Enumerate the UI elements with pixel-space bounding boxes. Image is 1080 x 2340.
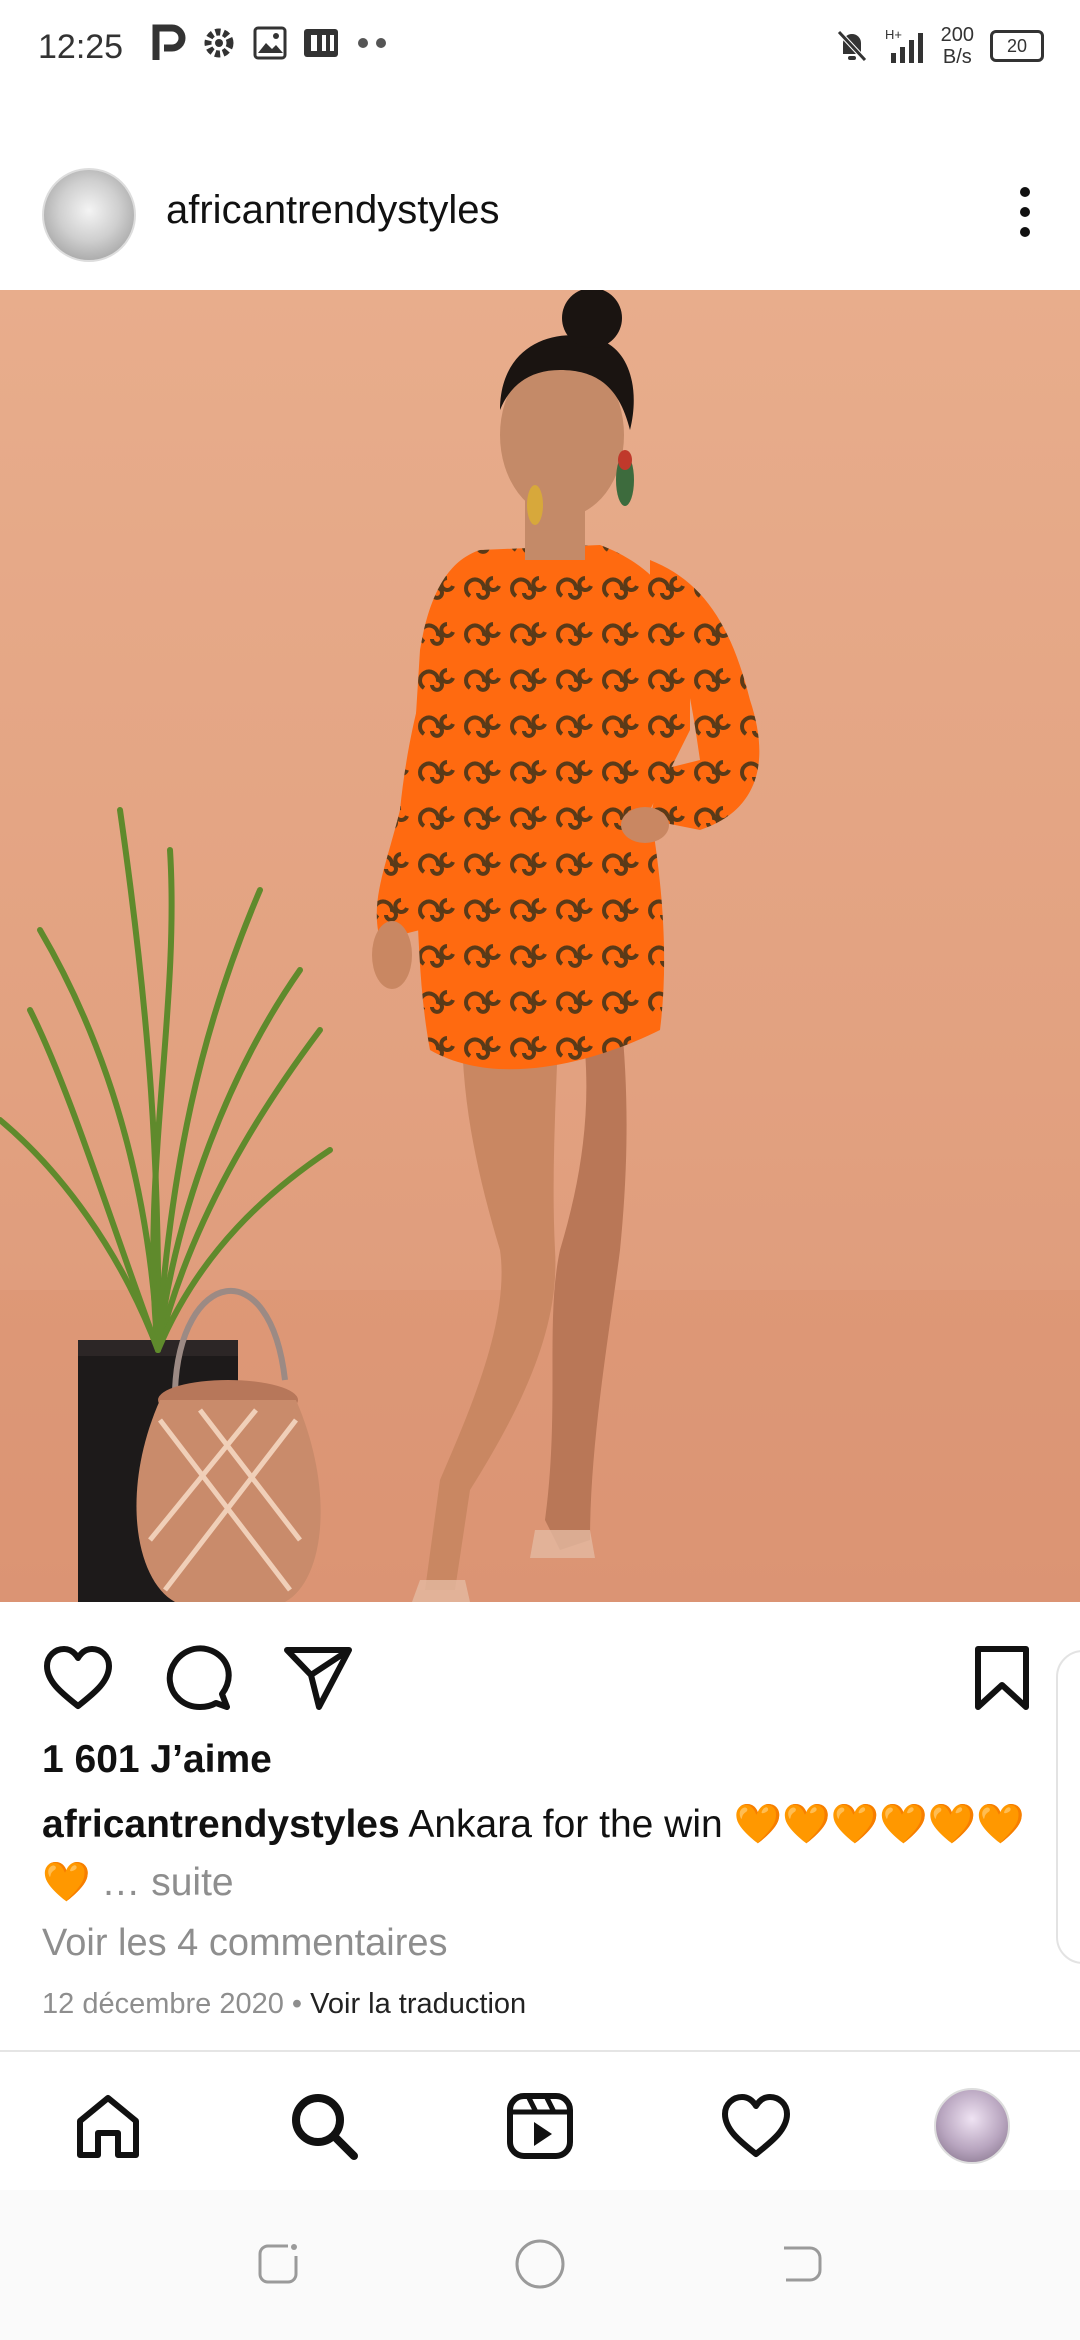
meta-separator: • <box>291 1988 303 2020</box>
profile-avatar <box>934 2088 1010 2164</box>
translate-link[interactable]: Voir la traduction <box>310 1988 526 2020</box>
bottom-nav <box>0 2050 1080 2192</box>
status-bar: 12:25 H+ 200 B/s 20 <box>0 0 1080 100</box>
nav-home[interactable] <box>70 2088 146 2164</box>
status-icons-left <box>152 24 392 62</box>
signal-icon: H+ <box>885 27 923 63</box>
bookmark-icon <box>975 1646 1029 1710</box>
post-actions <box>0 1602 1080 1732</box>
svg-text:H+: H+ <box>885 27 902 42</box>
system-nav-bar <box>0 2190 1080 2340</box>
speed-value: 200 <box>940 24 974 46</box>
likes-count[interactable]: 1 601 J’aime <box>42 1738 272 1782</box>
reels-icon <box>507 2093 573 2159</box>
like-button[interactable] <box>38 1638 118 1718</box>
nav-reels[interactable] <box>502 2088 578 2164</box>
view-comments-link[interactable]: Voir les 4 commentaires <box>42 1922 448 1965</box>
post-meta: 12 décembre 2020 • Voir la traduction <box>42 1988 526 2021</box>
caption-more-link[interactable]: … suite <box>101 1861 233 1904</box>
battery-indicator: 20 <box>990 30 1044 62</box>
nav-profile[interactable] <box>934 2088 1010 2164</box>
heart-outline-icon <box>44 1646 112 1709</box>
nav-search[interactable] <box>286 2088 362 2164</box>
heart-icon <box>722 2094 790 2157</box>
poster-avatar[interactable] <box>42 168 136 262</box>
comment-button[interactable] <box>158 1638 238 1718</box>
back-button[interactable] <box>774 2236 830 2292</box>
nav-activity[interactable] <box>718 2088 794 2164</box>
more-options-button[interactable] <box>1000 182 1050 242</box>
post-header: africantrendystyles <box>0 150 1080 290</box>
recent-apps-icon <box>258 2244 298 2284</box>
speed-unit: B/s <box>942 46 972 68</box>
poster-username[interactable]: africantrendystyles <box>166 188 499 233</box>
post-caption: africantrendystyles Ankara for the win 🧡… <box>42 1796 1042 1912</box>
network-speed: 200 B/s <box>941 24 974 68</box>
paper-plane-icon <box>284 1647 352 1710</box>
gear-icon <box>204 28 234 58</box>
recent-apps-button[interactable] <box>250 2236 306 2292</box>
post-photo[interactable] <box>0 290 1080 1602</box>
save-button[interactable] <box>962 1638 1042 1718</box>
pdf-icon <box>304 29 338 57</box>
post-date: 12 décembre 2020 <box>42 1988 284 2020</box>
share-button[interactable] <box>278 1638 358 1718</box>
status-time: 12:25 <box>38 28 124 66</box>
caption-username[interactable]: africantrendystyles <box>42 1803 400 1846</box>
home-system-button[interactable] <box>512 2236 568 2292</box>
p-icon <box>152 24 186 60</box>
more-vertical-icon <box>1020 187 1030 237</box>
gallery-icon <box>253 26 287 60</box>
side-panel-edge <box>1056 1650 1080 1964</box>
mute-icon <box>836 30 867 62</box>
home-icon <box>77 2095 139 2158</box>
comment-bubble-icon <box>166 1645 232 1710</box>
post-photo-illustration <box>0 290 1080 1602</box>
status-icons-right: H+ 200 B/s 20 <box>835 24 1044 68</box>
more-dots-icon <box>358 38 386 48</box>
circle-home-icon <box>515 2239 565 2289</box>
search-icon <box>292 2094 358 2160</box>
back-icon <box>784 2246 822 2282</box>
